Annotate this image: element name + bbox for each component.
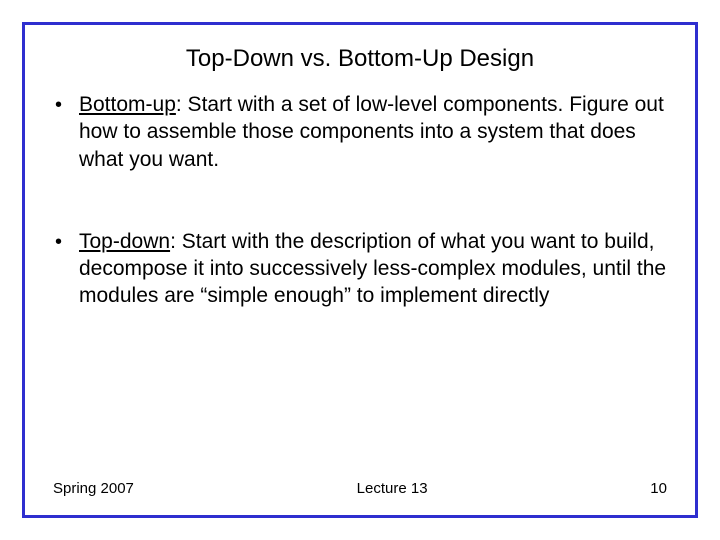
bullet-term: Top-down	[79, 230, 170, 253]
bullet-term: Bottom-up	[79, 93, 176, 116]
footer-lecture: Lecture 13	[357, 480, 428, 497]
footer-page-number: 10	[650, 480, 667, 497]
bullet-text: Top-down: Start with the description of …	[79, 228, 667, 310]
slide-frame: Top-Down vs. Bottom-Up Design Bottom-up:…	[22, 22, 698, 518]
slide-title: Top-Down vs. Bottom-Up Design	[53, 45, 667, 73]
slide-content: Bottom-up: Start with a set of low-level…	[53, 91, 667, 480]
bullet-icon	[53, 228, 79, 310]
footer-semester: Spring 2007	[53, 480, 134, 497]
slide-footer: Spring 2007 Lecture 13 10	[53, 480, 667, 497]
bullet-text: Bottom-up: Start with a set of low-level…	[79, 91, 667, 173]
bullet-item: Bottom-up: Start with a set of low-level…	[53, 91, 667, 173]
bullet-item: Top-down: Start with the description of …	[53, 228, 667, 310]
bullet-icon	[53, 91, 79, 173]
